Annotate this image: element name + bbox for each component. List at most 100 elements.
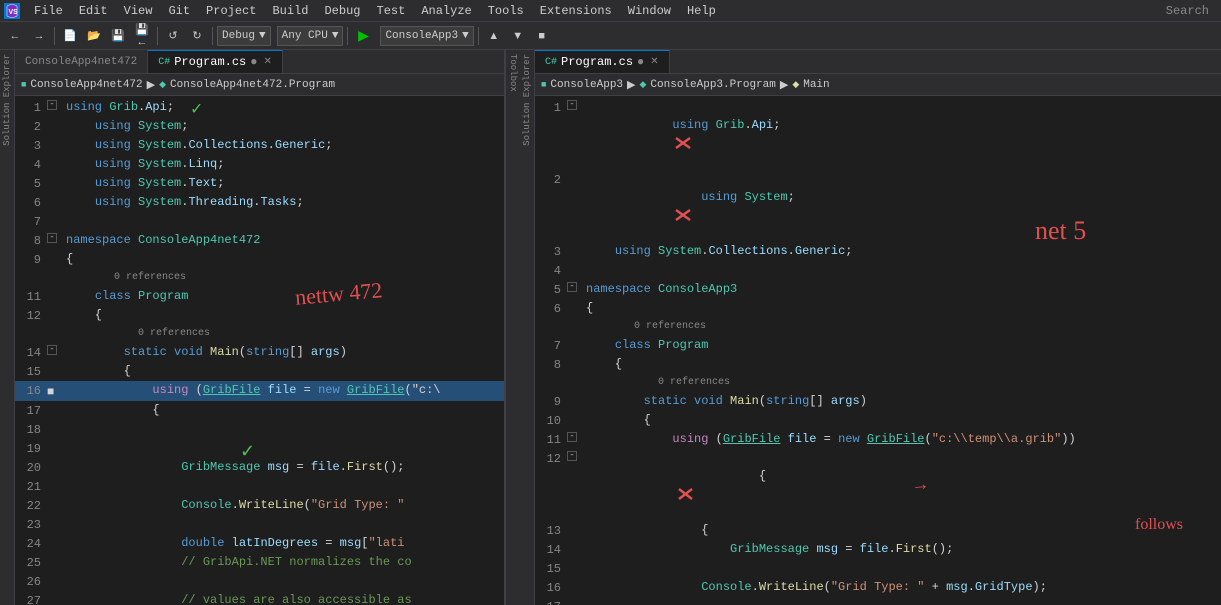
left-line-26: 26 bbox=[15, 572, 504, 591]
right-breadcrumb-method-icon: ◆ bbox=[792, 80, 799, 90]
right-line-10: 10 { bbox=[535, 411, 1221, 430]
left-line-6: 6 using System.Threading.Tasks; bbox=[15, 193, 504, 212]
right-collapse-12[interactable]: ⁃ bbox=[567, 451, 577, 461]
menu-tools[interactable]: Tools bbox=[480, 2, 532, 20]
left-line-9: 9 { bbox=[15, 250, 504, 269]
left-line-8: 8⁃ namespace ConsoleApp4net472 bbox=[15, 231, 504, 250]
toolbar-new-btn[interactable]: 📄 bbox=[59, 25, 81, 47]
menu-debug[interactable]: Debug bbox=[316, 2, 368, 20]
left-breadcrumb-class-icon: ◆ bbox=[159, 80, 166, 90]
right-breadcrumb-method: Main bbox=[803, 79, 829, 91]
left-line-14: 14⁃ static void Main(string[] args) bbox=[15, 343, 504, 362]
left-tab-file[interactable]: C# Program.cs ● ✕ bbox=[148, 50, 283, 73]
toolbar: ← → 📄 📂 💾 💾← ↺ ↻ Debug ▼ Any CPU ▼ ▶ Con… bbox=[0, 22, 1221, 50]
toolbar-back-btn[interactable]: ← bbox=[4, 25, 26, 47]
menu-extensions[interactable]: Extensions bbox=[532, 2, 620, 20]
left-file-modified: ● bbox=[250, 55, 257, 69]
right-line-2: 2 using System; bbox=[535, 170, 1221, 242]
right-line-16: 16 Console.WriteLine("Grid Type: " + msg… bbox=[535, 578, 1221, 597]
left-line-23: 23 bbox=[15, 515, 504, 534]
toolbar-forward-btn[interactable]: → bbox=[28, 25, 50, 47]
toolbar-redo-btn[interactable]: ↻ bbox=[186, 25, 208, 47]
toolbar-undo-btn[interactable]: ↺ bbox=[162, 25, 184, 47]
left-file-icon: C# bbox=[158, 57, 170, 68]
app-name-dropdown[interactable]: ConsoleApp3 ▼ bbox=[380, 26, 473, 46]
left-code-area[interactable]: nettw 472 ✓ ✓ 1⁃ using Grib.Api; 2 using… bbox=[15, 96, 504, 605]
right-code-area[interactable]: net 5 → follows 1⁃ using Grib.Api; bbox=[535, 96, 1221, 605]
right-collapse-5[interactable]: ⁃ bbox=[567, 282, 577, 292]
menu-file[interactable]: File bbox=[26, 2, 71, 20]
platform-dropdown[interactable]: Any CPU ▼ bbox=[277, 26, 344, 46]
left-toolbox-label: Toolbox bbox=[506, 50, 520, 96]
toolbar-save-btn[interactable]: 💾 bbox=[107, 25, 129, 47]
left-line-13-ref: 0 references bbox=[15, 325, 504, 343]
right-line-6-ref: 0 references bbox=[535, 318, 1221, 336]
main-layout: Solution Explorer ConsoleApp4net472 C# P… bbox=[0, 50, 1221, 605]
right-breadcrumb-class-icon: ◆ bbox=[640, 80, 647, 90]
menu-build[interactable]: Build bbox=[264, 2, 316, 20]
menu-view[interactable]: View bbox=[116, 2, 161, 20]
right-xmark-1 bbox=[672, 134, 696, 152]
right-file-icon: C# bbox=[545, 57, 557, 68]
collapse-14[interactable]: ⁃ bbox=[47, 345, 57, 355]
menu-analyze[interactable]: Analyze bbox=[413, 2, 479, 20]
menu-git[interactable]: Git bbox=[160, 2, 198, 20]
menu-search: Search bbox=[1158, 4, 1217, 18]
start-btn[interactable]: ▶ bbox=[352, 25, 374, 47]
left-line-21: 21 bbox=[15, 477, 504, 496]
left-line-20: 20 GribMessage msg = file.First(); bbox=[15, 458, 504, 477]
debug-config-dropdown[interactable]: Debug ▼ bbox=[217, 26, 271, 46]
toolbar-open-btn[interactable]: 📂 bbox=[83, 25, 105, 47]
left-code-table: 1⁃ using Grib.Api; 2 using System; 3 usi… bbox=[15, 96, 504, 605]
left-line-19: 19 bbox=[15, 439, 504, 458]
left-breadcrumb-project-icon: ■ bbox=[21, 80, 26, 90]
left-line-25: 25 // GribApi.NET normalizes the co bbox=[15, 553, 504, 572]
toolbar-sep-2 bbox=[157, 27, 158, 45]
menu-window[interactable]: Window bbox=[620, 2, 679, 20]
left-line-18: 18 bbox=[15, 420, 504, 439]
right-solution-explorer-panel: Solution Explorer bbox=[520, 50, 535, 605]
toolbar-sep-5 bbox=[478, 27, 479, 45]
right-tab-file[interactable]: C# Program.cs ● ✕ bbox=[535, 50, 670, 73]
right-breadcrumb: ■ ConsoleApp3 ▶ ◆ ConsoleApp3.Program ▶ … bbox=[535, 74, 1221, 96]
right-collapse-1[interactable]: ⁃ bbox=[567, 100, 577, 110]
toolbar-extra1[interactable]: ▲ bbox=[483, 25, 505, 47]
collapse-1[interactable]: ⁃ bbox=[47, 100, 57, 110]
left-line-22: 22 Console.WriteLine("Grid Type: " bbox=[15, 496, 504, 515]
left-toolbox-panel: Toolbox bbox=[505, 50, 520, 605]
left-tab-project[interactable]: ConsoleApp4net472 bbox=[15, 50, 148, 73]
menu-edit[interactable]: Edit bbox=[71, 2, 116, 20]
right-editor-pane: C# Program.cs ● ✕ ■ ConsoleApp3 ▶ ◆ Cons… bbox=[535, 50, 1221, 605]
right-line-15: 15 bbox=[535, 559, 1221, 578]
right-line-7: 7 class Program bbox=[535, 336, 1221, 355]
left-line-11: 11 class Program bbox=[15, 287, 504, 306]
right-line-8-ref: 0 references bbox=[535, 374, 1221, 392]
left-breadcrumb-class: ConsoleApp4net472.Program bbox=[170, 79, 335, 91]
toolbar-saveall-btn[interactable]: 💾← bbox=[131, 25, 153, 47]
left-tab-project-label: ConsoleApp4net472 bbox=[25, 56, 137, 68]
menu-help[interactable]: Help bbox=[679, 2, 724, 20]
collapse-8[interactable]: ⁃ bbox=[47, 233, 57, 243]
left-editor-pane: ConsoleApp4net472 C# Program.cs ● ✕ ■ Co… bbox=[15, 50, 505, 605]
toolbar-extra3[interactable]: ■ bbox=[531, 25, 553, 47]
left-line-24: 24 double latInDegrees = msg["lati bbox=[15, 534, 504, 553]
right-collapse-11[interactable]: ⁃ bbox=[567, 432, 577, 442]
toolbar-sep-1 bbox=[54, 27, 55, 45]
right-line-14: 14 GribMessage msg = file.First(); bbox=[535, 540, 1221, 559]
toolbar-extra2[interactable]: ▼ bbox=[507, 25, 529, 47]
left-tab-close[interactable]: ✕ bbox=[263, 56, 271, 68]
left-line-7: 7 bbox=[15, 212, 504, 231]
solution-explorer-label: Solution Explorer bbox=[0, 50, 14, 150]
right-line-6: 6 { bbox=[535, 299, 1221, 318]
right-line-13: 13 { bbox=[535, 521, 1221, 540]
right-tab-close[interactable]: ✕ bbox=[650, 56, 658, 68]
left-line-10-ref: 0 references bbox=[15, 269, 504, 287]
right-code-table: 1⁃ using Grib.Api; 2 using System; bbox=[535, 96, 1221, 605]
right-xmark-12 bbox=[676, 486, 698, 502]
menu-project[interactable]: Project bbox=[198, 2, 264, 20]
menu-test[interactable]: Test bbox=[369, 2, 414, 20]
toolbar-sep-3 bbox=[212, 27, 213, 45]
left-line-27: 27 // values are also accessible as bbox=[15, 591, 504, 605]
left-line-4: 4 using System.Linq; bbox=[15, 155, 504, 174]
left-line-3: 3 using System.Collections.Generic; bbox=[15, 136, 504, 155]
